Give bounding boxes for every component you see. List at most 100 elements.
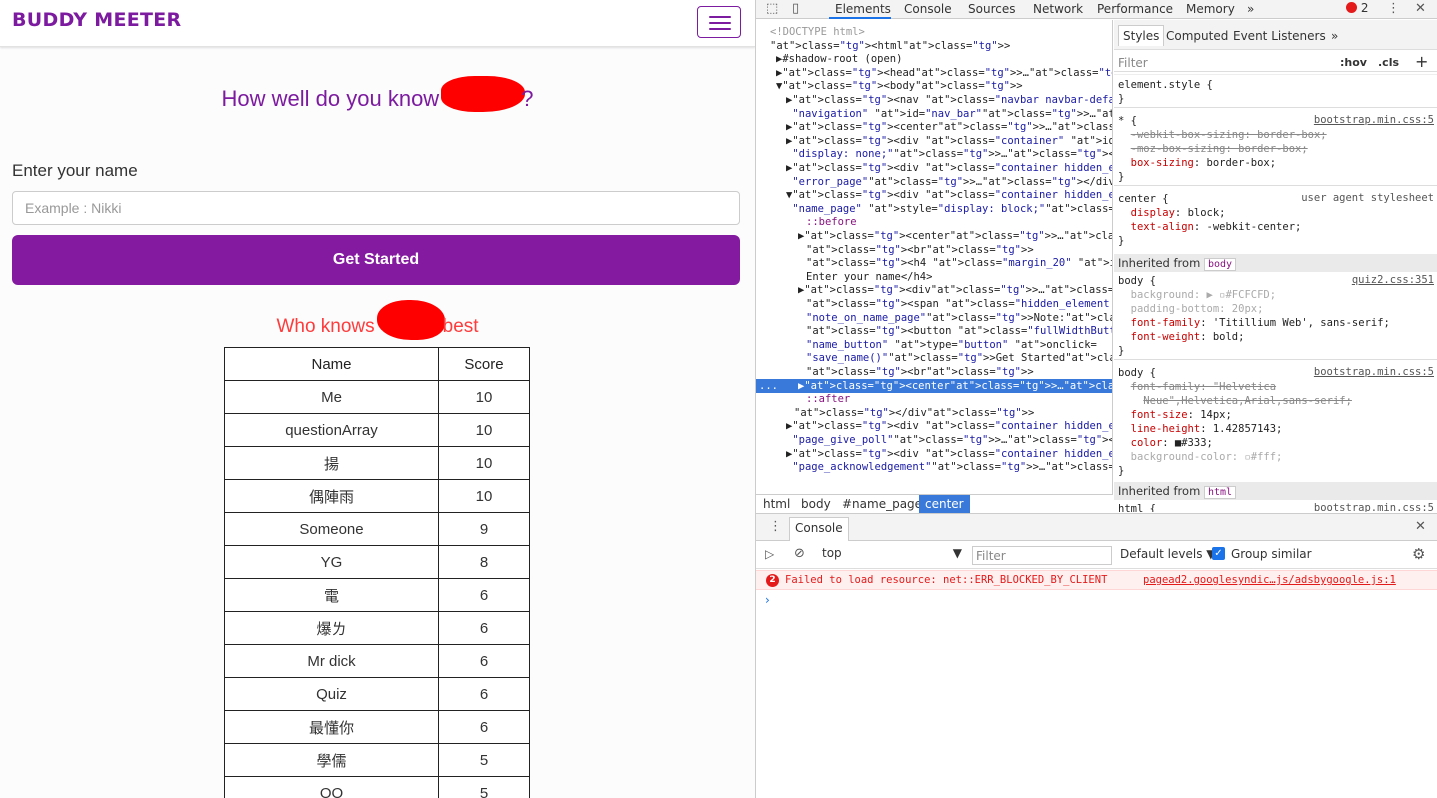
context-select[interactable]: top ▼ (822, 546, 962, 564)
css-declaration[interactable]: } (1118, 92, 1124, 106)
breadcrumb-center[interactable]: center (919, 495, 970, 513)
dom-node-line[interactable]: "note_on_name_page""at">class="tg">>Note… (756, 311, 1112, 325)
error-source-link[interactable]: pagead2.googlesyndic…js/adsbygoogle.js:1 (1143, 574, 1396, 586)
css-declaration[interactable]: } (1118, 234, 1124, 248)
dom-node-line[interactable]: "name_page" "at">style="display: block;"… (756, 202, 1112, 216)
hov-toggle[interactable]: :hov (1340, 56, 1367, 69)
inherited-tag[interactable]: html (1203, 486, 1237, 499)
dom-node-line[interactable]: ▶"at">class="tg"><center"at">class="tg">… (756, 378, 1112, 393)
css-declaration[interactable]: font-weight: bold; (1118, 330, 1245, 344)
dom-node-line[interactable]: "at">class="tg"><br"at">class="tg">> (756, 243, 1112, 257)
css-declaration[interactable]: } (1118, 464, 1124, 478)
css-declaration[interactable]: color: ■#333; (1118, 436, 1213, 450)
dom-node-line[interactable]: ::after (756, 392, 1112, 406)
dom-node-line[interactable]: "at">class="tg"><span "at">class="hidden… (756, 297, 1112, 311)
css-declaration[interactable]: html { (1118, 502, 1156, 512)
breadcrumb-html[interactable]: html (763, 497, 790, 511)
cls-toggle[interactable]: .cls (1378, 56, 1399, 69)
css-declaration[interactable]: -webkit-box-sizing: border-box; (1118, 128, 1327, 142)
gear-icon[interactable]: ⚙ (1412, 545, 1425, 563)
tab-event-listeners[interactable]: Event Listeners (1233, 29, 1326, 43)
dom-node-line[interactable]: ▶"at">class="tg"><nav "at">class="navbar… (756, 93, 1112, 107)
dom-node-line[interactable]: ▶"at">class="tg"><div "at">class="contai… (756, 419, 1112, 433)
dom-node-line[interactable]: ▶"at">class="tg"><div "at">class="contai… (756, 161, 1112, 175)
css-declaration[interactable]: text-align: -webkit-center; (1118, 220, 1302, 234)
dom-node-line[interactable]: <!DOCTYPE html> (756, 25, 1112, 39)
dom-node-line[interactable]: "page_acknowledgement""at">class="tg">>…… (756, 460, 1112, 474)
dom-node-line[interactable]: ▶"at">class="tg"><div "at">class="contai… (756, 134, 1112, 148)
get-started-button[interactable]: Get Started (12, 235, 740, 285)
css-declaration[interactable]: element.style { (1118, 78, 1213, 92)
dom-node-line[interactable]: ▶"at">class="tg"><center"at">class="tg">… (756, 120, 1112, 134)
dom-node-line[interactable]: "navigation" "at">id="nav_bar""at">class… (756, 107, 1112, 121)
css-declaration[interactable]: padding-bottom: 20px; (1118, 302, 1264, 316)
css-declaration[interactable]: body { (1118, 366, 1156, 380)
dom-node-line[interactable]: "at">class="tg"></div"at">class="tg">> (756, 406, 1112, 420)
elements-tree[interactable]: <!DOCTYPE html> "at">class="tg"><html"at"… (756, 20, 1113, 494)
dom-node-line[interactable]: ▶"at">class="tg"><div "at">class="contai… (756, 447, 1112, 461)
device-toolbar-icon[interactable]: ▯ (792, 1, 799, 16)
css-declaration[interactable]: * { (1118, 114, 1137, 128)
css-declaration[interactable]: Neue",Helvetica,Arial,sans-serif; (1118, 394, 1352, 408)
styles-more-icon[interactable]: » (1331, 29, 1338, 43)
tab-computed[interactable]: Computed (1166, 29, 1228, 43)
drawer-close-icon[interactable]: ✕ (1415, 519, 1426, 534)
css-declaration[interactable]: background-color: ▫#fff; (1118, 450, 1283, 464)
css-declaration[interactable]: body { (1118, 274, 1156, 288)
dom-node-line[interactable]: "page_give_poll""at">class="tg">>…"at">c… (756, 433, 1112, 447)
dom-node-line[interactable]: ▶"at">class="tg"><head"at">class="tg">>…… (756, 66, 1112, 80)
dom-node-line[interactable]: ▶#shadow-root (open) (756, 52, 1112, 66)
dom-node-line[interactable]: ▼"at">class="tg"><div "at">class="contai… (756, 188, 1112, 202)
dom-node-line[interactable]: ▶"at">class="tg"><center"at">class="tg">… (756, 229, 1112, 243)
clear-console-icon[interactable]: ⊘ (794, 546, 805, 561)
console-filter-input[interactable] (972, 546, 1112, 565)
dom-node-line[interactable]: "at">class="tg"><h4 "at">class="margin_2… (756, 256, 1112, 270)
css-declaration[interactable]: } (1118, 170, 1124, 184)
group-similar-checkbox[interactable]: ✓ (1212, 547, 1225, 560)
error-counter[interactable]: 2 (1346, 1, 1368, 15)
dom-node-line[interactable]: "save_name()""at">class="tg">>Get Starte… (756, 351, 1112, 365)
sidebar-toggle-icon[interactable]: ▷ (765, 547, 774, 561)
tab-sources[interactable]: Sources (968, 2, 1015, 16)
tab-elements[interactable]: Elements (835, 2, 891, 16)
css-declaration[interactable]: background: ▶ ▫#FCFCFD; (1118, 288, 1276, 302)
dom-node-line[interactable]: ::before (756, 215, 1112, 229)
dom-node-line[interactable]: "error_page""at">class="tg">>…"at">class… (756, 175, 1112, 189)
css-declaration[interactable]: line-height: 1.42857143; (1118, 422, 1283, 436)
new-rule-icon[interactable]: + (1415, 52, 1428, 71)
dom-node-line[interactable]: "display: none;""at">class="tg">>…"at">c… (756, 147, 1112, 161)
drawer-tab-console[interactable]: Console (789, 517, 849, 541)
drawer-menu-icon[interactable]: ⋮ (769, 519, 782, 534)
inherited-tag[interactable]: body (1203, 258, 1237, 271)
tab-network[interactable]: Network (1033, 2, 1083, 16)
console-prompt[interactable]: › (765, 593, 770, 607)
dom-node-line[interactable]: "at">class="tg"><button "at">class="full… (756, 324, 1112, 338)
css-source-link[interactable]: bootstrap.min.css:5 (1314, 502, 1434, 512)
brand-logo[interactable]: BUDDY MEETER (12, 9, 181, 31)
default-levels-select[interactable]: Default levels ▼ (1120, 547, 1216, 561)
kebab-menu-icon[interactable]: ⋮ (1387, 1, 1400, 16)
css-declaration[interactable]: box-sizing: border-box; (1118, 156, 1276, 170)
dom-node-line[interactable]: "at">class="tg"><br"at">class="tg">> (756, 365, 1112, 379)
tab-performance[interactable]: Performance (1097, 2, 1173, 16)
dom-node-line[interactable]: "at">class="tg"><html"at">class="tg">> (756, 39, 1112, 53)
dom-node-line[interactable]: ▼"at">class="tg"><body"at">class="tg">> (756, 79, 1112, 93)
tab-console[interactable]: Console (904, 2, 952, 16)
breadcrumb-name-page[interactable]: #name_page (842, 497, 922, 511)
dom-node-line[interactable]: ▶"at">class="tg"><div"at">class="tg">>…"… (756, 283, 1112, 297)
dom-node-line[interactable]: "name_button" "at">type="button" "at">on… (756, 338, 1112, 352)
css-declaration[interactable]: font-family: "Helvetica (1118, 380, 1276, 394)
inspect-element-icon[interactable]: ⬚ (766, 1, 778, 16)
menu-toggle-button[interactable] (697, 6, 741, 38)
css-declaration[interactable]: font-size: 14px; (1118, 408, 1232, 422)
css-source-link[interactable]: quiz2.css:351 (1352, 274, 1434, 286)
close-icon[interactable]: ✕ (1415, 1, 1426, 16)
styles-filter-input[interactable]: Filter (1118, 56, 1148, 70)
css-declaration[interactable]: } (1118, 344, 1124, 358)
dom-node-line[interactable]: Enter your name</h4> (756, 270, 1112, 284)
tab-memory[interactable]: Memory (1186, 2, 1235, 16)
name-input[interactable] (12, 191, 740, 225)
css-declaration[interactable]: center { (1118, 192, 1169, 206)
tab-styles[interactable]: Styles (1118, 25, 1165, 46)
more-tabs-icon[interactable]: » (1247, 2, 1254, 16)
